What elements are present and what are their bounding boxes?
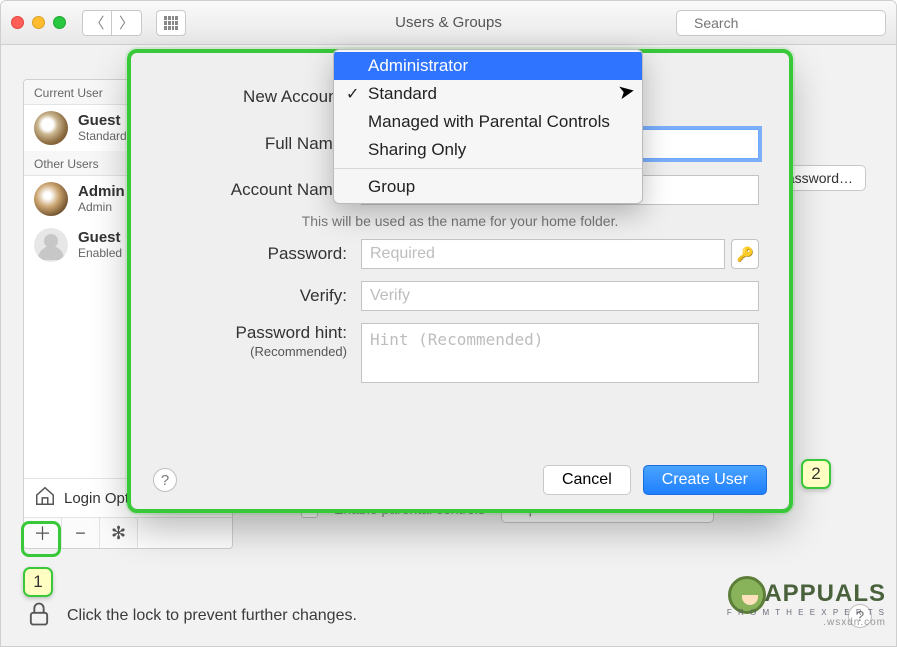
chevron-right-icon: 〉 [119,12,134,33]
dropdown-item-administrator[interactable]: Administrator [334,52,642,80]
minimize-window-button[interactable] [32,16,45,29]
account-name-hint: This will be used as the name for your h… [161,213,759,229]
watermark-mascot [728,576,766,614]
dropdown-item-group[interactable]: Group [334,173,642,201]
grid-icon [164,16,178,30]
home-icon [34,485,56,511]
annotation-callout-2: 2 [801,459,831,489]
new-account-label: New Account: [161,87,361,107]
dropdown-item-standard[interactable]: Standard [334,80,642,108]
preferences-window: 〈 〉 Users & Groups Current User Guest [0,0,897,647]
close-window-button[interactable] [11,16,24,29]
user-name: Guest [78,113,127,130]
avatar [34,111,68,145]
avatar [34,182,68,216]
password-label: Password: [161,244,361,264]
actions-button[interactable]: ✻ [100,518,138,548]
account-type-dropdown[interactable]: Administrator Standard Managed with Pare… [333,49,643,204]
lock-row[interactable]: Click the lock to prevent further change… [25,600,357,633]
user-name: Guest [78,230,122,247]
avatar [34,228,68,262]
key-icon: 🔑 [737,246,754,263]
help-button-bottom[interactable]: ? [848,604,872,628]
verify-label: Verify: [161,286,361,306]
sidebar-footer: ＋ − ✻ [24,517,232,548]
dropdown-separator [334,168,642,169]
forward-button[interactable]: 〉 [112,10,142,36]
password-input[interactable] [361,239,725,269]
password-assistant-button[interactable]: 🔑 [731,239,759,269]
full-name-label: Full Name: [161,134,361,154]
user-name: Admin [78,184,125,201]
dropdown-item-managed[interactable]: Managed with Parental Controls [334,108,642,136]
lock-icon [25,600,53,633]
back-button[interactable]: 〈 [82,10,112,36]
titlebar: 〈 〉 Users & Groups [1,1,896,45]
annotation-callout-1: 1 [23,567,53,597]
cancel-button[interactable]: Cancel [543,465,631,495]
dropdown-item-sharing[interactable]: Sharing Only [334,136,642,164]
add-user-button[interactable]: ＋ [24,518,62,548]
create-user-button[interactable]: Create User [643,465,767,495]
help-button[interactable]: ? [153,468,177,492]
gear-icon: ✻ [111,523,126,544]
minus-icon: − [75,523,86,544]
zoom-window-button[interactable] [53,16,66,29]
user-role: Admin [78,201,125,214]
remove-user-button[interactable]: − [62,518,100,548]
traffic-lights [11,16,66,29]
user-role: Enabled [78,247,122,260]
chevron-left-icon: 〈 [89,12,104,33]
password-hint-label: Password hint: (Recommended) [161,323,361,359]
search-field-wrap[interactable] [676,10,886,36]
lock-text: Click the lock to prevent further change… [67,607,357,625]
search-icon [685,16,686,30]
nav-buttons: 〈 〉 [82,10,142,36]
plus-icon: ＋ [34,520,52,546]
password-hint-input[interactable] [361,323,759,383]
question-icon: ? [856,608,864,625]
question-icon: ? [161,472,169,489]
user-role: Standard [78,130,127,143]
dialog-footer: ? Cancel Create User [153,465,767,495]
account-name-label: Account Name: [161,180,361,200]
verify-password-input[interactable] [361,281,759,311]
show-all-button[interactable] [156,10,186,36]
search-input[interactable] [692,14,877,32]
